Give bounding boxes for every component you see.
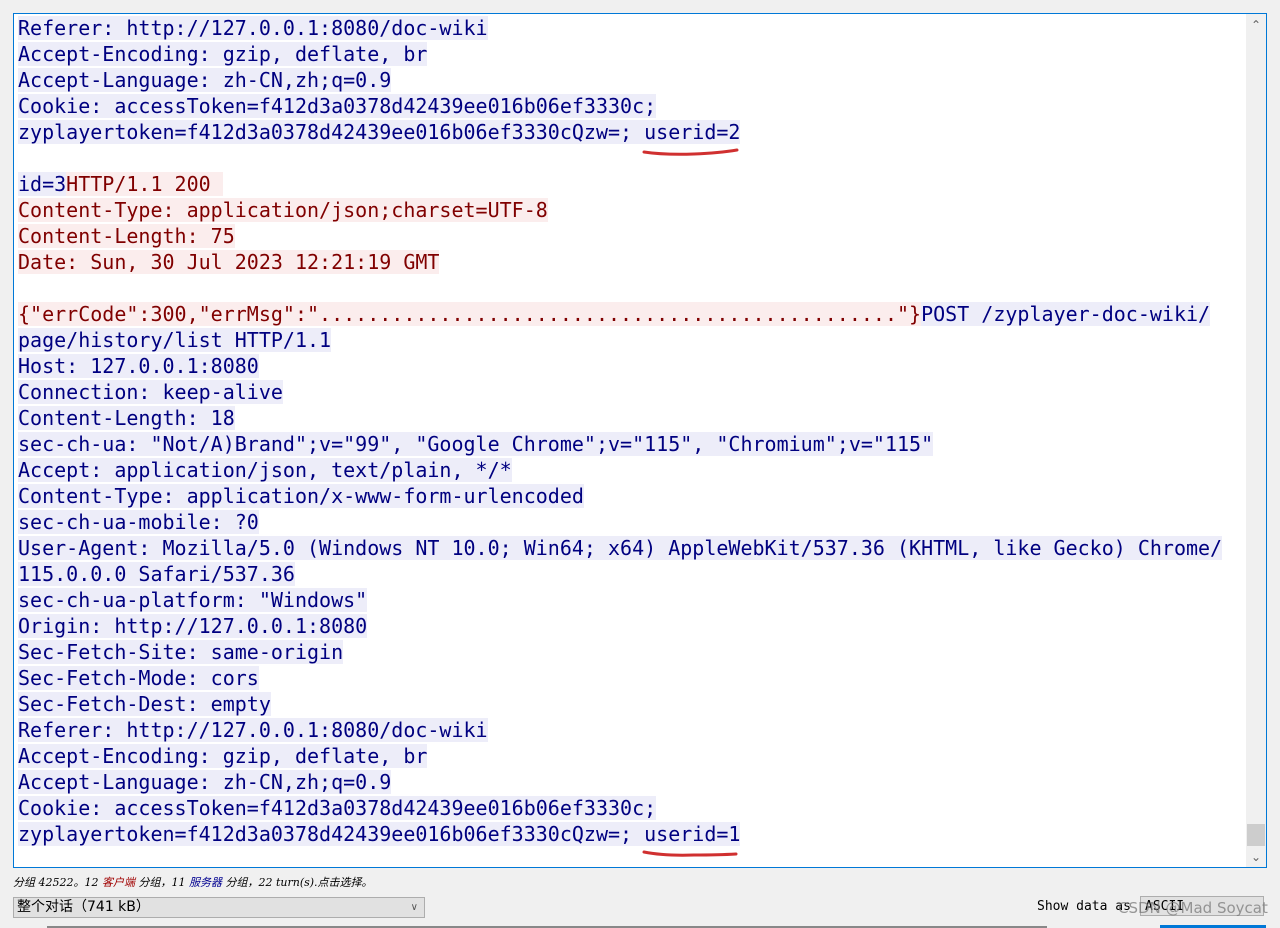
stream-line: Connection: keep-alive	[18, 379, 1246, 405]
stream-line: Cookie: accessToken=f412d3a0378d42439ee0…	[18, 93, 1246, 119]
stream-line: Content-Type: application/x-www-form-url…	[18, 483, 1246, 509]
stream-line: Accept-Encoding: gzip, deflate, br	[18, 41, 1246, 67]
stream-line: Sec-Fetch-Dest: empty	[18, 691, 1246, 717]
show-data-label: Show data as	[1037, 899, 1131, 914]
status-middle: 分组，11	[134, 876, 189, 889]
red-underline-userid-1	[642, 850, 738, 857]
client-data: sec-ch-ua-mobile: ?0	[18, 510, 259, 534]
client-data: sec-ch-ua: "Not/A)Brand";v="99", "Google…	[18, 432, 934, 456]
stream-line: zyplayertoken=f412d3a0378d42439ee016b06e…	[18, 119, 1246, 145]
scroll-up-icon[interactable]: ⌃	[1246, 16, 1266, 34]
client-data: Sec-Fetch-Site: same-origin	[18, 640, 344, 664]
client-data: Accept-Language: zh-CN,zh;q=0.9	[18, 68, 392, 92]
stream-line: Content-Length: 18	[18, 405, 1246, 431]
client-data: Cookie: accessToken=f412d3a0378d42439ee0…	[18, 94, 657, 118]
server-data: Content-Length: 75	[18, 224, 235, 248]
client-data: page/history/list HTTP/1.1	[18, 328, 332, 352]
stream-line: Origin: http://127.0.0.1:8080	[18, 613, 1246, 639]
client-data: 115.0.0.0 Safari/537.36	[18, 562, 295, 586]
client-data: User-Agent: Mozilla/5.0 (Windows NT 10.0…	[18, 536, 1223, 560]
scrollbar-thumb[interactable]	[1247, 824, 1265, 846]
status-suffix: 分组，22 turn(s).点击选择。	[221, 876, 373, 889]
stream-line: Host: 127.0.0.1:8080	[18, 353, 1246, 379]
conversation-select-value: 整个对话（741 kB）	[17, 899, 150, 915]
stream-line: Cookie: accessToken=f412d3a0378d42439ee0…	[18, 795, 1246, 821]
client-data: Sec-Fetch-Mode: cors	[18, 666, 259, 690]
status-server-label[interactable]: 服务器	[189, 876, 222, 889]
stream-line: Sec-Fetch-Mode: cors	[18, 665, 1246, 691]
stream-line: sec-ch-ua-mobile: ?0	[18, 509, 1246, 535]
client-data: Host: 127.0.0.1:8080	[18, 354, 259, 378]
client-data: id=3	[18, 172, 67, 196]
stream-line: Accept-Language: zh-CN,zh;q=0.9	[18, 769, 1246, 795]
chevron-down-icon: ∨	[410, 902, 418, 913]
stream-line: Content-Type: application/json;charset=U…	[18, 197, 1246, 223]
stream-line: 115.0.0.0 Safari/537.36	[18, 561, 1246, 587]
client-data: Connection: keep-alive	[18, 380, 283, 404]
watermark: CSDN @Mad Soycat	[1118, 899, 1268, 917]
server-data: Date: Sun, 30 Jul 2023 12:21:19 GMT	[18, 250, 440, 274]
stream-line: sec-ch-ua-platform: "Windows"	[18, 587, 1246, 613]
stream-text: Referer: http://127.0.0.1:8080/doc-wiki A…	[18, 15, 1246, 847]
client-data: POST /zyplayer-doc-wiki/	[921, 302, 1211, 326]
client-data: Referer: http://127.0.0.1:8080/doc-wiki	[18, 16, 488, 40]
client-data: Content-Length: 18	[18, 406, 235, 430]
client-data: Origin: http://127.0.0.1:8080	[18, 614, 368, 638]
stream-line: Sec-Fetch-Site: same-origin	[18, 639, 1246, 665]
stream-line: zyplayertoken=f412d3a0378d42439ee016b06e…	[18, 821, 1246, 847]
client-data: zyplayertoken=f412d3a0378d42439ee016b06e…	[18, 822, 741, 846]
vertical-scrollbar[interactable]: ⌃ ⌄	[1246, 14, 1266, 867]
stream-line: Referer: http://127.0.0.1:8080/doc-wiki	[18, 717, 1246, 743]
client-data: Accept-Encoding: gzip, deflate, br	[18, 744, 428, 768]
conversation-select[interactable]: 整个对话（741 kB） ∨	[13, 897, 425, 918]
stream-content-view[interactable]: Referer: http://127.0.0.1:8080/doc-wiki A…	[13, 13, 1267, 868]
stream-line: Referer: http://127.0.0.1:8080/doc-wiki	[18, 15, 1246, 41]
client-data: sec-ch-ua-platform: "Windows"	[18, 588, 368, 612]
stream-line: sec-ch-ua: "Not/A)Brand";v="99", "Google…	[18, 431, 1246, 457]
status-client-label[interactable]: 客户端	[102, 876, 135, 889]
client-data: Referer: http://127.0.0.1:8080/doc-wiki	[18, 718, 488, 742]
client-data: Sec-Fetch-Dest: empty	[18, 692, 271, 716]
server-data: HTTP/1.1 200	[66, 172, 223, 196]
stream-line: Content-Length: 75	[18, 223, 1246, 249]
client-data: zyplayertoken=f412d3a0378d42439ee016b06e…	[18, 120, 741, 144]
stream-line: Date: Sun, 30 Jul 2023 12:21:19 GMT	[18, 249, 1246, 275]
stream-status: 分组 42522。12 客户端 分组，11 服务器 分组，22 turn(s).…	[13, 874, 373, 890]
scroll-down-icon[interactable]: ⌄	[1246, 848, 1266, 866]
stream-line: Accept: application/json, text/plain, */…	[18, 457, 1246, 483]
server-data: {"errCode":300,"errMsg":"...............…	[18, 302, 922, 326]
status-prefix: 分组 42522。12	[13, 876, 102, 889]
server-data: Content-Type: application/json;charset=U…	[18, 198, 548, 222]
client-data: Content-Type: application/x-www-form-url…	[18, 484, 584, 508]
client-data: Cookie: accessToken=f412d3a0378d42439ee0…	[18, 796, 657, 820]
stream-line: {"errCode":300,"errMsg":"...............…	[18, 301, 1246, 327]
client-data: Accept-Language: zh-CN,zh;q=0.9	[18, 770, 392, 794]
stream-line: id=3HTTP/1.1 200	[18, 171, 1246, 197]
stream-line: User-Agent: Mozilla/5.0 (Windows NT 10.0…	[18, 535, 1246, 561]
stream-line: Accept-Encoding: gzip, deflate, br	[18, 743, 1246, 769]
stream-line: page/history/list HTTP/1.1	[18, 327, 1246, 353]
stream-line: Accept-Language: zh-CN,zh;q=0.9	[18, 67, 1246, 93]
client-data: Accept-Encoding: gzip, deflate, br	[18, 42, 428, 66]
client-data: Accept: application/json, text/plain, */…	[18, 458, 512, 482]
